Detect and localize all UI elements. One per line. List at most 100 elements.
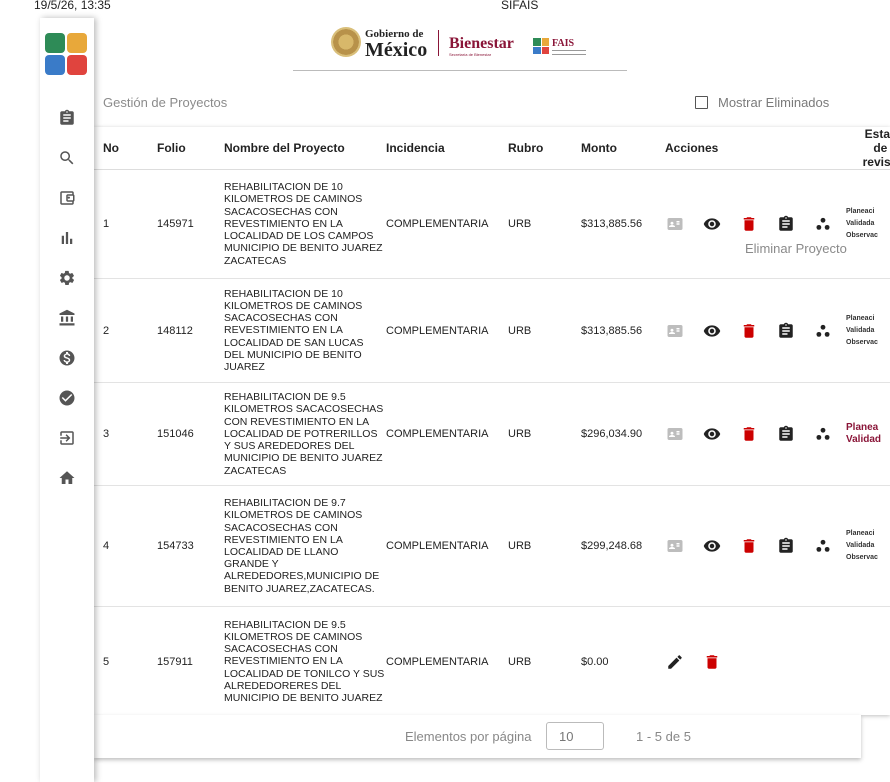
cell-actions <box>656 485 844 607</box>
sidebar-item-search[interactable] <box>40 144 94 172</box>
assignment-button[interactable] <box>767 321 804 341</box>
assignment-button[interactable] <box>767 424 804 444</box>
gobierno-de-mexico-logo: Gobierno de México <box>365 29 427 61</box>
show-deleted-toggle[interactable]: Mostrar Eliminados <box>695 95 829 110</box>
cell-incidencia: COMPLEMENTARIA <box>386 169 508 279</box>
column-header-no: No <box>94 127 157 170</box>
column-header-incidencia: Incidencia <box>386 127 508 170</box>
table-row: 5 157911 REHABILITACION DE 9.5 KILOMETRO… <box>94 606 890 715</box>
workflow-button[interactable] <box>804 536 841 556</box>
view-button[interactable] <box>693 321 730 341</box>
clipboard-icon <box>60 109 74 125</box>
report-button[interactable] <box>656 536 693 556</box>
cell-actions <box>656 606 844 715</box>
eye-icon <box>703 428 720 440</box>
cell-folio: 157911 <box>157 606 224 715</box>
table-row: 1 145971 REHABILITACION DE 10 KILOMETROS… <box>94 169 890 279</box>
workflow-button[interactable] <box>804 321 841 341</box>
delete-button[interactable] <box>730 214 767 234</box>
cell-project-name: REHABILITACION DE 10 KILOMETROS DE CAMIN… <box>224 278 386 383</box>
exit-icon <box>60 431 74 445</box>
report-button[interactable] <box>656 214 693 234</box>
estatus-text: Planeaci Validada Observac <box>846 314 878 346</box>
delete-button[interactable] <box>730 424 767 444</box>
paginator: Elementos por página 10 1 - 5 de 5 <box>94 715 861 758</box>
national-seal-icon <box>331 27 361 57</box>
government-header: Gobierno de México Bienestar Secretaría … <box>293 24 627 71</box>
sidebar-item-approvals[interactable] <box>40 384 94 412</box>
workflow-button[interactable] <box>804 424 841 444</box>
assignment-button[interactable] <box>767 214 804 234</box>
sidebar-item-logout[interactable] <box>40 424 94 452</box>
search-icon <box>60 151 74 165</box>
cell-monto: $313,885.56 <box>581 169 656 279</box>
table-row: 3 151046 REHABILITACION DE 9.5 KILOMETRO… <box>94 382 890 486</box>
edit-button[interactable] <box>656 652 693 672</box>
bienestar-logo: Bienestar <box>449 35 514 52</box>
sidebar <box>40 18 94 782</box>
cell-project-name: REHABILITACION DE 10 KILOMETROS DE CAMIN… <box>224 169 386 279</box>
cell-rubro: URB <box>508 278 581 383</box>
assignment-icon <box>778 322 793 338</box>
check-circle-icon <box>59 390 75 406</box>
assignment-button[interactable] <box>767 536 804 556</box>
column-header-rubro: Rubro <box>508 127 581 170</box>
delete-button[interactable] <box>693 652 730 672</box>
workflow-icon <box>815 217 830 230</box>
items-per-page-select[interactable]: 10 <box>546 722 604 750</box>
sidebar-item-bank[interactable] <box>40 304 94 332</box>
delete-button[interactable] <box>730 536 767 556</box>
bank-icon <box>59 309 75 326</box>
sidebar-item-statistics[interactable] <box>40 224 94 252</box>
bar-chart-icon <box>61 232 73 244</box>
sidebar-item-wallet[interactable] <box>40 184 94 212</box>
cell-project-name: REHABILITACION DE 9.5 KILOMETROS SACACOS… <box>224 382 386 486</box>
column-header-folio: Folio <box>157 127 224 170</box>
header-divider <box>438 30 439 56</box>
table-row: 4 154733 REHABILITACION DE 9.7 KILOMETRO… <box>94 485 890 607</box>
cell-incidencia: COMPLEMENTARIA <box>386 606 508 715</box>
cell-no: 4 <box>94 485 157 607</box>
gear-icon <box>59 270 75 285</box>
column-header-monto: Monto <box>581 127 656 170</box>
app-logo[interactable] <box>45 33 87 75</box>
show-deleted-label: Mostrar Eliminados <box>718 95 830 110</box>
trash-icon <box>743 323 754 338</box>
cell-actions <box>656 278 844 383</box>
page-range-label: 1 - 5 de 5 <box>636 729 691 744</box>
report-button[interactable] <box>656 424 693 444</box>
delete-button[interactable] <box>730 321 767 341</box>
report-button[interactable] <box>656 321 693 341</box>
cell-incidencia: COMPLEMENTARIA <box>386 278 508 383</box>
cell-no: 3 <box>94 382 157 486</box>
id-card-icon <box>667 218 682 230</box>
workflow-button[interactable] <box>804 214 841 234</box>
cell-rubro: URB <box>508 606 581 715</box>
cell-estatus: Planea Validad <box>844 382 890 486</box>
view-button[interactable] <box>693 536 730 556</box>
cell-project-name: REHABILITACION DE 9.7 KILOMETROS DE CAMI… <box>224 485 386 607</box>
view-button[interactable] <box>693 424 730 444</box>
sidebar-item-finance[interactable] <box>40 344 94 372</box>
print-date: 19/5/26, 13:35 <box>34 0 111 12</box>
sidebar-item-home[interactable] <box>40 464 94 492</box>
cell-estatus: Planeaci Validada Observac <box>844 169 890 279</box>
view-button[interactable] <box>693 214 730 234</box>
estatus-text: Planeaci Validada Observac <box>846 530 878 561</box>
trash-icon <box>743 539 754 553</box>
print-site-title: SIFAIS <box>501 0 539 12</box>
wallet-icon <box>60 191 75 205</box>
estatus-text: Planea Validad <box>846 422 882 445</box>
eye-icon <box>703 540 720 552</box>
cell-rubro: URB <box>508 169 581 279</box>
column-header-acciones: Acciones <box>656 127 844 170</box>
sidebar-item-clipboard[interactable] <box>40 104 94 132</box>
table-row: 2 148112 REHABILITACION DE 10 KILOMETROS… <box>94 278 890 383</box>
delete-tooltip: Eliminar Proyecto <box>745 241 847 256</box>
trash-icon <box>743 427 754 441</box>
fais-logo-underline <box>552 50 586 55</box>
cell-estatus: Planeaci Validada Observac <box>844 485 890 607</box>
sidebar-item-settings[interactable] <box>40 264 94 292</box>
show-deleted-checkbox[interactable] <box>695 96 708 109</box>
workflow-icon <box>815 324 830 337</box>
